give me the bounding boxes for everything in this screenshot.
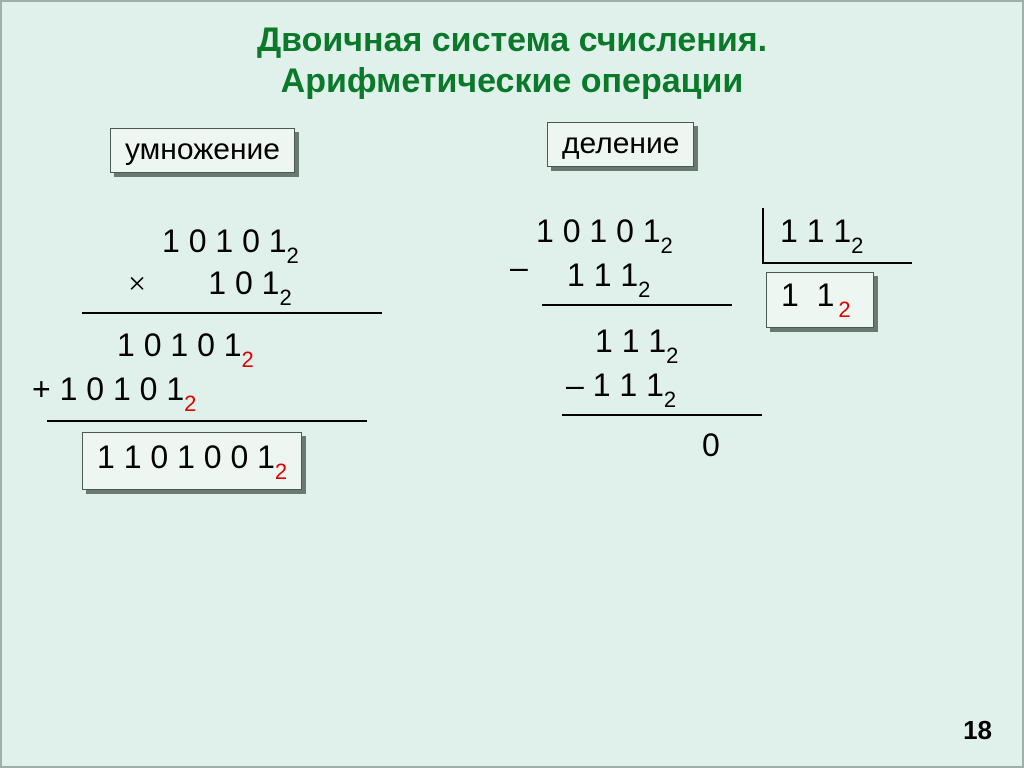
div-quotient-box: 1 12 [766, 272, 874, 328]
div-bracket-vertical [762, 208, 764, 264]
div-bracket-horizontal [762, 262, 912, 264]
div-sub1: 1 1 12 [567, 256, 650, 300]
div-minus-1: – [510, 248, 528, 286]
mul-rule-2 [47, 420, 367, 422]
div-dividend: 1 0 1 0 12 [536, 212, 673, 256]
div-rem1: 1 1 12 [595, 322, 678, 366]
page-number: 18 [963, 715, 992, 746]
div-rule-1 [542, 304, 732, 306]
mul-partial1: 1 0 1 0 12 [117, 326, 254, 370]
mul-result-box: 1 1 0 1 0 0 12 [82, 432, 302, 490]
mul-operator-row: × 1 0 12 [128, 264, 292, 308]
slide-title: Двоичная система счисления. Арифметическ… [2, 2, 1022, 112]
slide-content: умножение деление 1 0 1 0 12 × 1 0 12 1 … [2, 112, 1022, 732]
title-line-2: Арифметические операции [281, 62, 744, 100]
mul-rule-1 [82, 312, 382, 314]
multiplication-label: умножение [110, 128, 295, 173]
mul-partial2: + 1 0 1 0 12 [32, 370, 196, 414]
div-divisor: 1 1 12 [780, 212, 863, 256]
mul-operand1: 1 0 1 0 12 [162, 222, 299, 266]
div-minus2: – 1 1 12 [566, 366, 676, 410]
div-rule-2 [562, 414, 762, 416]
division-label: деление [547, 122, 694, 167]
title-line-1: Двоичная система счисления. [257, 21, 767, 59]
div-rem2: 0 [702, 426, 720, 464]
